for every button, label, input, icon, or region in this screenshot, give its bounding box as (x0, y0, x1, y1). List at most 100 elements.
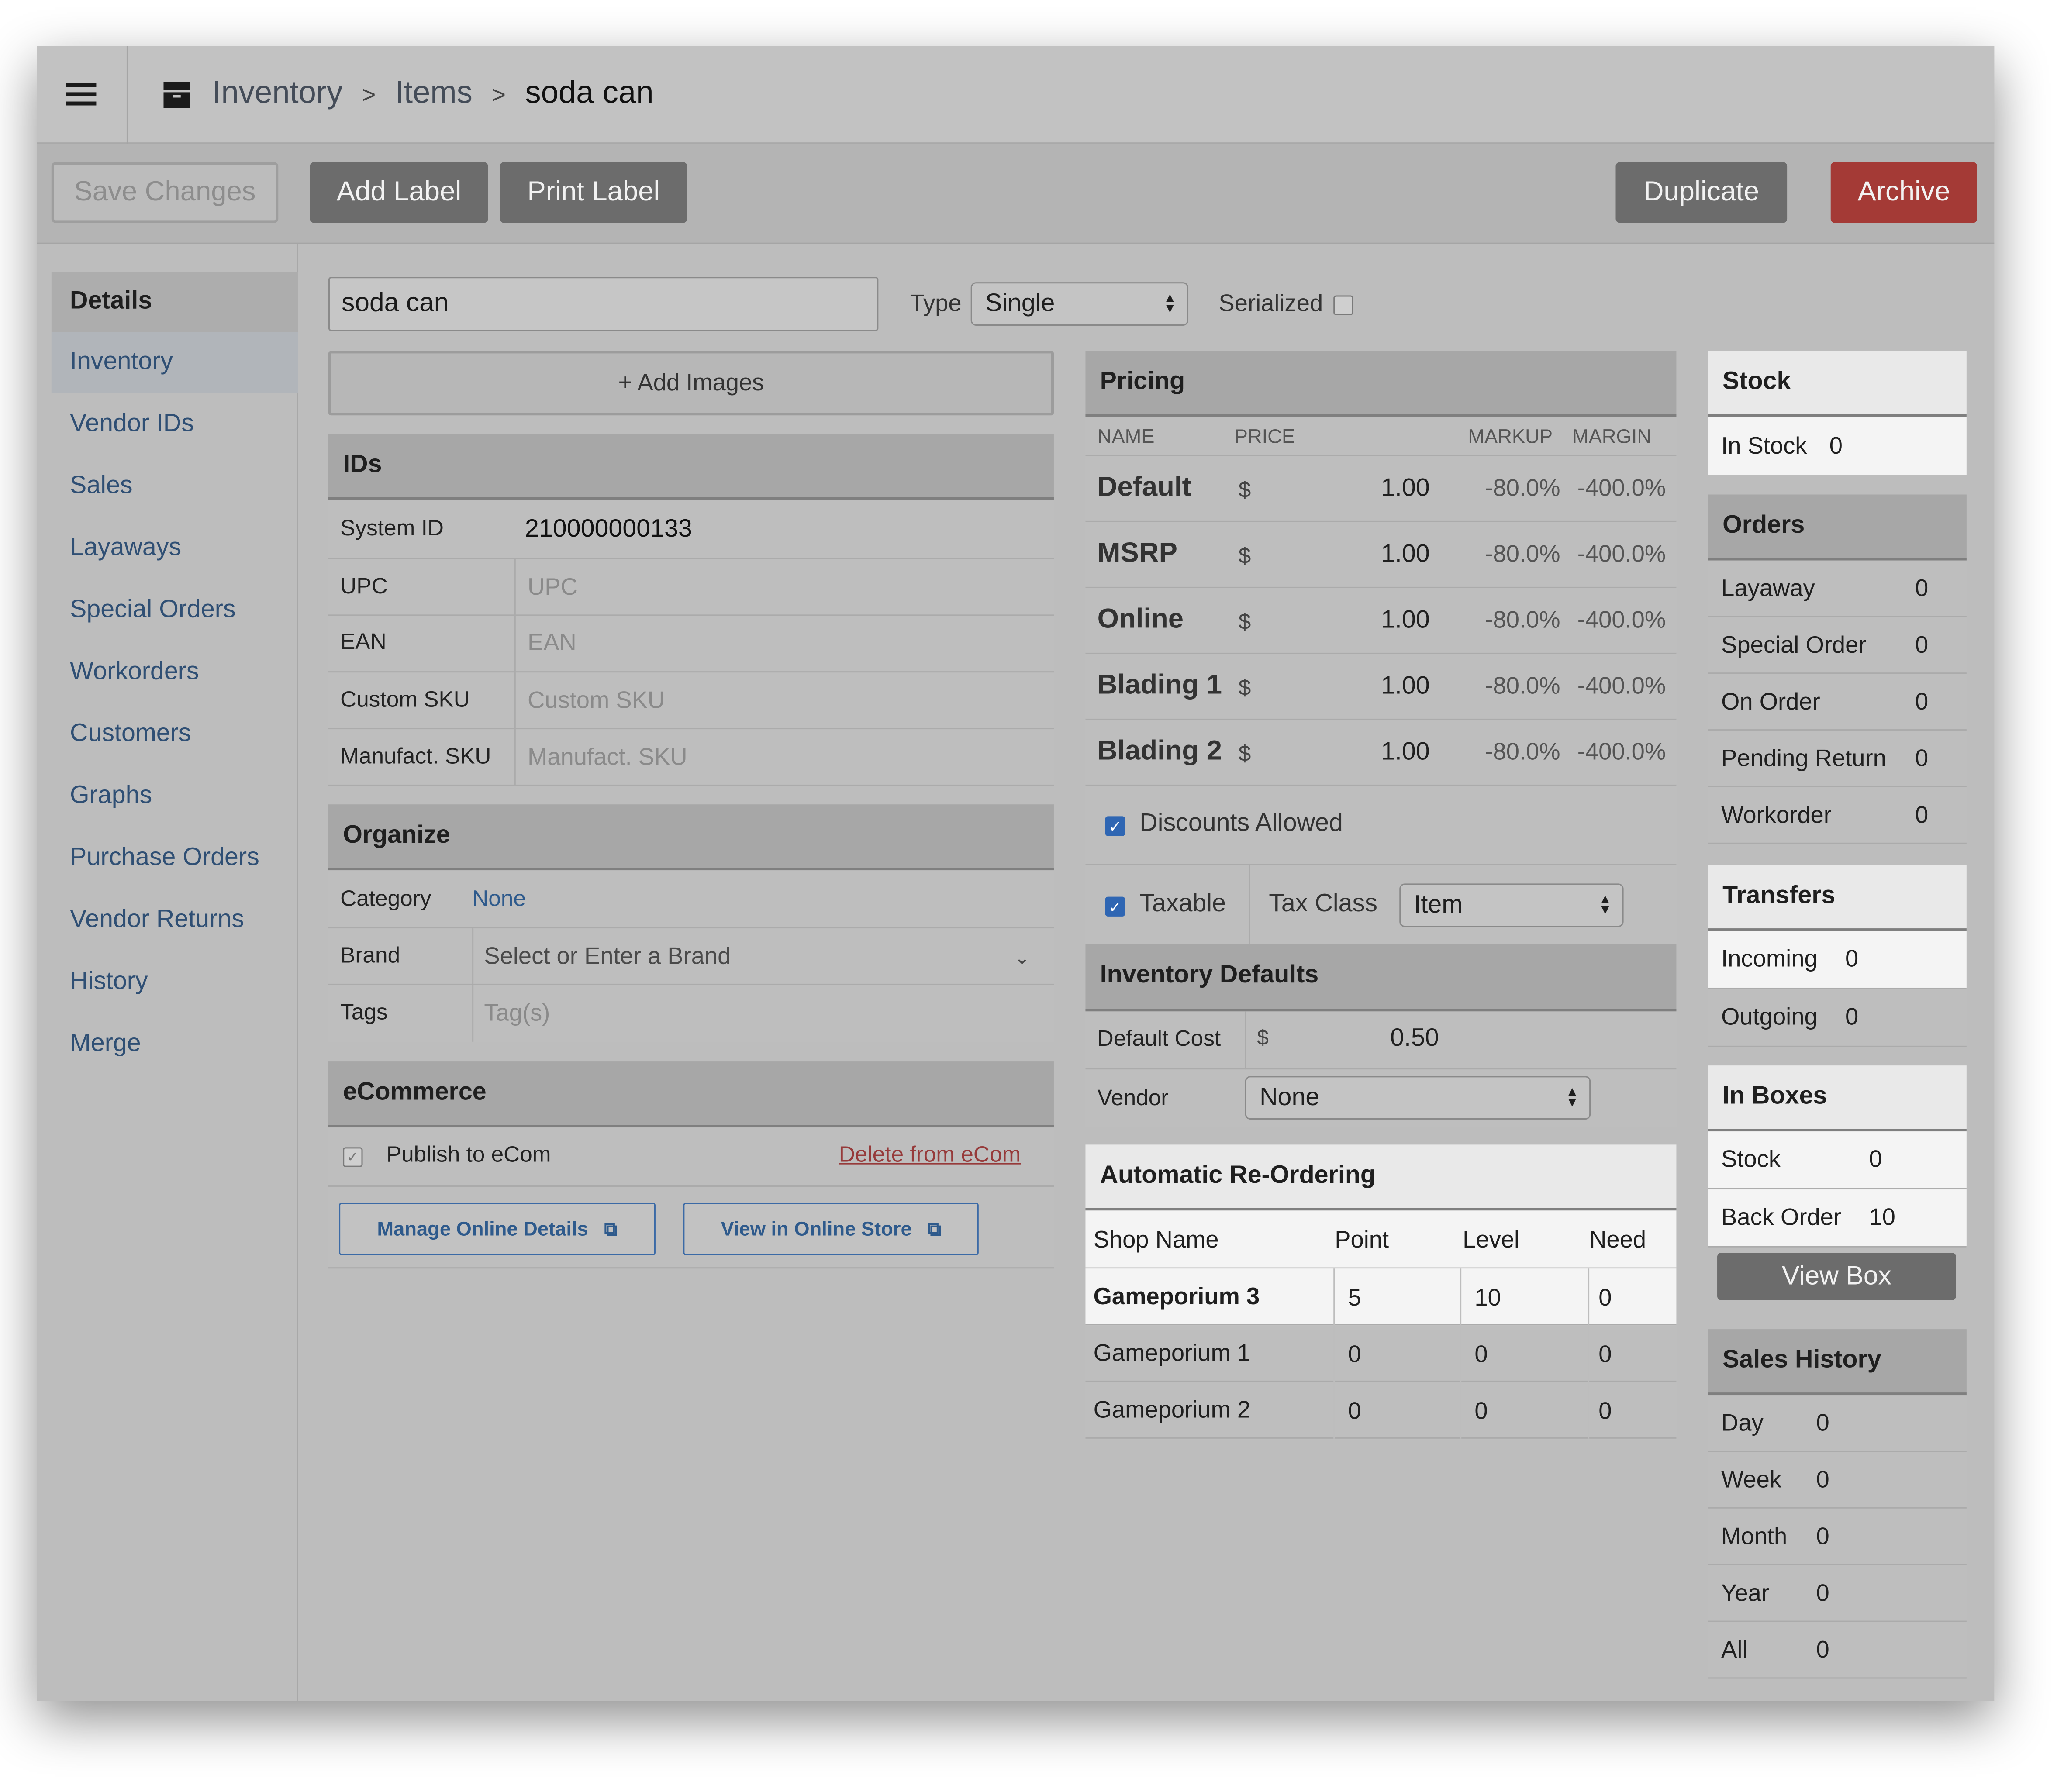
reorder-level-input[interactable]: 0 (1474, 1341, 1488, 1368)
price-input[interactable]: 1.00 (1318, 607, 1430, 635)
publish-checkbox[interactable]: ✓ (343, 1147, 363, 1167)
orders-header: Orders (1708, 494, 1967, 561)
list-item-value: 0 (1816, 1466, 1829, 1493)
price-input[interactable]: 1.00 (1318, 672, 1430, 701)
inventory-box-icon (161, 79, 192, 110)
tags-input[interactable]: Tag(s) (484, 999, 550, 1027)
publish-label: Publish to eCom (386, 1142, 551, 1167)
price-margin: -400.0% (1577, 672, 1666, 699)
list-item-value: 0 (1915, 688, 1929, 715)
upc-input[interactable]: UPC (528, 574, 578, 601)
divider (126, 46, 128, 144)
view-box-button[interactable]: View Box (1717, 1253, 1956, 1300)
manage-online-details-button[interactable]: Manage Online Details ⧉ (339, 1203, 656, 1256)
category-row: Category None (328, 870, 1054, 929)
reorder-level-input[interactable]: 10 (1474, 1284, 1501, 1312)
sidebar-item-inventory[interactable]: Inventory (51, 332, 298, 393)
list-item-label: Week (1721, 1466, 1782, 1493)
list-item-value: 0 (1816, 1636, 1829, 1663)
list-item-value: 0 (1816, 1409, 1829, 1436)
price-margin: -400.0% (1577, 475, 1666, 501)
price-margin: -400.0% (1577, 738, 1666, 765)
sidebar-item-history[interactable]: History (52, 952, 298, 1013)
chevron-down-icon: ⌄ (1014, 947, 1030, 968)
toolbar: Save Changes Add Label Print Label Dupli… (37, 144, 1995, 244)
list-item: Special Order 0 (1708, 617, 1967, 674)
list-item: Year 0 (1708, 1565, 1967, 1622)
sidebar-item-special-orders[interactable]: Special Orders (52, 580, 298, 641)
add-images-button[interactable]: + Add Images (328, 351, 1054, 416)
breadcrumb-items[interactable]: Items (395, 75, 473, 111)
need-value: 0 (1598, 1284, 1612, 1311)
view-in-online-store-label: View in Online Store (721, 1218, 912, 1241)
sidebar-item-merge[interactable]: Merge (52, 1014, 298, 1075)
list-item: Incoming 0 (1708, 931, 1967, 989)
price-input[interactable]: 1.00 (1318, 738, 1430, 767)
tax-class-select[interactable]: Item ▲ ▼ (1399, 883, 1624, 927)
list-item-label: Back Order (1721, 1204, 1842, 1230)
brand-select[interactable]: Select or Enter a Brand (484, 943, 731, 970)
col-markup: MARKUP (1468, 426, 1553, 448)
archive-button[interactable]: Archive (1830, 162, 1977, 223)
sidebar-item-graphs[interactable]: Graphs (52, 766, 298, 827)
list-item: On Order 0 (1708, 674, 1967, 731)
sidebar-header-details[interactable]: Details (51, 272, 298, 333)
sidebar-item-vendor-ids[interactable]: Vendor IDs (52, 394, 298, 455)
manage-online-details-label: Manage Online Details (377, 1218, 588, 1241)
ecommerce-panel: ✓ Publish to eCom Delete from eCom Manag… (328, 1127, 1054, 1269)
cell-divider (1333, 1325, 1335, 1382)
breadcrumb-inventory[interactable]: Inventory (212, 75, 342, 111)
duplicate-button[interactable]: Duplicate (1615, 162, 1788, 223)
category-link[interactable]: None (472, 886, 526, 912)
need-value: 0 (1598, 1341, 1612, 1368)
sidebar-item-workorders[interactable]: Workorders (52, 642, 298, 703)
reorder-point-input[interactable]: 5 (1348, 1284, 1361, 1312)
reorder-level-input[interactable]: 0 (1474, 1398, 1488, 1425)
list-item: Week 0 (1708, 1452, 1967, 1509)
add-label-button[interactable]: Add Label (310, 162, 488, 223)
price-input[interactable]: 1.00 (1318, 541, 1430, 569)
sidebar-item-layaways[interactable]: Layaways (52, 518, 298, 579)
taxable-checkbox[interactable]: ✓ (1105, 896, 1125, 917)
discounts-checkbox[interactable]: ✓ (1105, 816, 1125, 836)
system-id-value: 210000000133 (525, 515, 692, 544)
list-item-value: 0 (1915, 745, 1929, 772)
sidebar-item-customers[interactable]: Customers (52, 704, 298, 765)
sidebar-item-purchase-orders[interactable]: Purchase Orders (52, 828, 298, 889)
brand-row: Brand Select or Enter a Brand ⌄ (328, 928, 1054, 985)
breadcrumb-separator: > (362, 82, 376, 108)
col-level: Level (1463, 1226, 1520, 1253)
breadcrumb-current: soda can (525, 75, 654, 111)
col-price: PRICE (1234, 426, 1295, 448)
reorder-point-input[interactable]: 0 (1348, 1398, 1361, 1425)
item-name-input[interactable] (328, 277, 879, 331)
pricing-row: Blading 1 $1.00 -80.0% -400.0% (1085, 654, 1677, 720)
cell-divider (1588, 1268, 1590, 1326)
reorder-point-input[interactable]: 0 (1348, 1341, 1361, 1368)
delete-from-ecom-link[interactable]: Delete from eCom (839, 1142, 1021, 1168)
manufact-sku-input[interactable]: Manufact. SKU (528, 744, 687, 771)
sidebar-item-vendor-returns[interactable]: Vendor Returns (52, 890, 298, 951)
sidebar: Details Inventory Vendor IDs Sales Layaw… (37, 244, 298, 1701)
default-cost-input[interactable]: 0.50 (1283, 1025, 1439, 1054)
list-item-value: 10 (1869, 1204, 1895, 1230)
save-changes-button[interactable]: Save Changes (51, 162, 279, 223)
manufact-sku-label: Manufact. SKU (340, 744, 491, 769)
ean-input[interactable]: EAN (528, 629, 576, 657)
custom-sku-divider (514, 672, 516, 730)
cell-divider (1460, 1325, 1462, 1382)
sidebar-item-sales[interactable]: Sales (52, 456, 298, 517)
tax-class-value: Item (1414, 891, 1463, 919)
vendor-select[interactable]: None ▲ ▼ (1245, 1076, 1591, 1120)
view-in-online-store-button[interactable]: View in Online Store ⧉ (683, 1203, 979, 1256)
serialized-checkbox[interactable] (1333, 295, 1353, 315)
print-label-button[interactable]: Print Label (500, 162, 687, 223)
hamburger-menu-icon[interactable] (66, 82, 97, 106)
price-margin: -400.0% (1577, 541, 1666, 567)
type-select[interactable]: Single ▲ ▼ (970, 282, 1189, 326)
price-currency: $ (1238, 741, 1251, 766)
table-row: Gameporium 1 0 0 0 (1085, 1325, 1677, 1382)
cell-divider (1333, 1268, 1335, 1326)
price-input[interactable]: 1.00 (1318, 475, 1430, 503)
custom-sku-input[interactable]: Custom SKU (528, 687, 665, 714)
